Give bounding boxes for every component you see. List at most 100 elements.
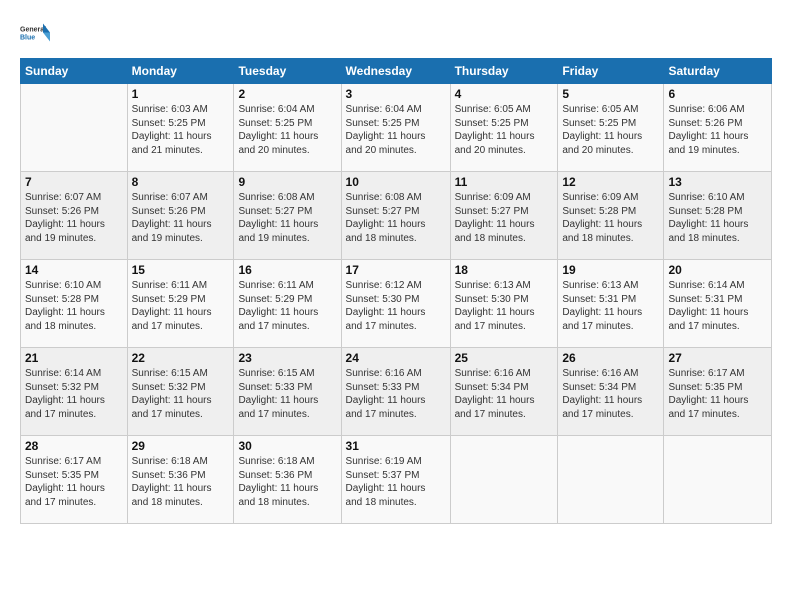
day-number: 21 (25, 351, 123, 365)
weekday-friday: Friday (558, 59, 664, 84)
day-number: 5 (562, 87, 659, 101)
calendar-cell: 20Sunrise: 6:14 AM Sunset: 5:31 PM Dayli… (664, 260, 772, 348)
day-number: 27 (668, 351, 767, 365)
week-row-3: 14 Sunrise: 6:10 AM Sunset: 5:28 PM Dayli… (21, 260, 772, 348)
calendar-cell: 8 Sunrise: 6:07 AM Sunset: 5:26 PM Daylig… (127, 172, 234, 260)
day-info: Sunrise: 6:18 AM Sunset: 5:36 PM Dayligh… (238, 455, 336, 509)
day-info: Sunrise: 6:12 AM Sunset: 5:30 PM Dayligh… (346, 279, 446, 333)
weekday-monday: Monday (127, 59, 234, 84)
calendar-cell: 24 Sunrise: 6:16 AM Sunset: 5:33 PM Dayli… (341, 348, 450, 436)
day-number: 2 (238, 87, 336, 101)
weekday-saturday: Saturday (664, 59, 772, 84)
calendar-cell: 31Sunrise: 6:19 AM Sunset: 5:37 PM Dayli… (341, 436, 450, 524)
weekday-sunday: Sunday (21, 59, 128, 84)
calendar-cell (558, 436, 664, 524)
day-number: 1 (132, 87, 230, 101)
day-info: Sunrise: 6:10 AM Sunset: 5:28 PM Dayligh… (25, 279, 123, 333)
svg-text:General: General (20, 27, 46, 34)
calendar-cell: 17 Sunrise: 6:12 AM Sunset: 5:30 PM Dayli… (341, 260, 450, 348)
calendar-cell: 27 Sunrise: 6:17 AM Sunset: 5:35 PM Dayli… (664, 348, 772, 436)
day-info: Sunrise: 6:09 AM Sunset: 5:27 PM Dayligh… (455, 191, 554, 245)
day-number: 17 (346, 263, 446, 277)
day-info: Sunrise: 6:15 AM Sunset: 5:32 PM Dayligh… (132, 367, 230, 421)
calendar-cell: 10Sunrise: 6:08 AM Sunset: 5:27 PM Dayli… (341, 172, 450, 260)
week-row-5: 28Sunrise: 6:17 AM Sunset: 5:35 PM Dayli… (21, 436, 772, 524)
calendar-cell: 25 Sunrise: 6:16 AM Sunset: 5:34 PM Dayli… (450, 348, 558, 436)
day-info: Sunrise: 6:17 AM Sunset: 5:35 PM Dayligh… (668, 367, 767, 421)
calendar-cell: 4 Sunrise: 6:05 AM Sunset: 5:25 PM Daylig… (450, 84, 558, 172)
day-number: 16 (238, 263, 336, 277)
day-info: Sunrise: 6:08 AM Sunset: 5:27 PM Dayligh… (346, 191, 446, 245)
day-info: Sunrise: 6:18 AM Sunset: 5:36 PM Dayligh… (132, 455, 230, 509)
calendar-cell: 23 Sunrise: 6:15 AM Sunset: 5:33 PM Dayli… (234, 348, 341, 436)
day-info: Sunrise: 6:03 AM Sunset: 5:25 PM Dayligh… (132, 103, 230, 157)
day-number: 15 (132, 263, 230, 277)
day-number: 26 (562, 351, 659, 365)
day-number: 29 (132, 439, 230, 453)
day-info: Sunrise: 6:04 AM Sunset: 5:25 PM Dayligh… (346, 103, 446, 157)
calendar-table: SundayMondayTuesdayWednesdayThursdayFrid… (20, 58, 772, 524)
day-info: Sunrise: 6:07 AM Sunset: 5:26 PM Dayligh… (25, 191, 123, 245)
day-info: Sunrise: 6:13 AM Sunset: 5:31 PM Dayligh… (562, 279, 659, 333)
day-number: 14 (25, 263, 123, 277)
day-info: Sunrise: 6:16 AM Sunset: 5:33 PM Dayligh… (346, 367, 446, 421)
calendar-cell: 14 Sunrise: 6:10 AM Sunset: 5:28 PM Dayli… (21, 260, 128, 348)
week-row-4: 21 Sunrise: 6:14 AM Sunset: 5:32 PM Dayli… (21, 348, 772, 436)
logo: GeneralBlue (20, 18, 50, 48)
day-info: Sunrise: 6:06 AM Sunset: 5:26 PM Dayligh… (668, 103, 767, 157)
calendar-cell (21, 84, 128, 172)
header: GeneralBlue (20, 18, 772, 48)
calendar-cell: 11 Sunrise: 6:09 AM Sunset: 5:27 PM Dayli… (450, 172, 558, 260)
calendar-cell: 9Sunrise: 6:08 AM Sunset: 5:27 PM Daylig… (234, 172, 341, 260)
calendar-cell: 13Sunrise: 6:10 AM Sunset: 5:28 PM Dayli… (664, 172, 772, 260)
day-info: Sunrise: 6:14 AM Sunset: 5:32 PM Dayligh… (25, 367, 123, 421)
day-number: 11 (455, 175, 554, 189)
svg-text:Blue: Blue (20, 35, 35, 42)
day-info: Sunrise: 6:11 AM Sunset: 5:29 PM Dayligh… (238, 279, 336, 333)
page: GeneralBlue SundayMondayTuesdayWednesday… (0, 0, 792, 612)
day-info: Sunrise: 6:07 AM Sunset: 5:26 PM Dayligh… (132, 191, 230, 245)
day-info: Sunrise: 6:10 AM Sunset: 5:28 PM Dayligh… (668, 191, 767, 245)
day-info: Sunrise: 6:04 AM Sunset: 5:25 PM Dayligh… (238, 103, 336, 157)
day-info: Sunrise: 6:16 AM Sunset: 5:34 PM Dayligh… (455, 367, 554, 421)
calendar-cell: 21 Sunrise: 6:14 AM Sunset: 5:32 PM Dayli… (21, 348, 128, 436)
calendar-cell (664, 436, 772, 524)
day-number: 25 (455, 351, 554, 365)
calendar-cell: 16 Sunrise: 6:11 AM Sunset: 5:29 PM Dayli… (234, 260, 341, 348)
day-info: Sunrise: 6:15 AM Sunset: 5:33 PM Dayligh… (238, 367, 336, 421)
day-info: Sunrise: 6:09 AM Sunset: 5:28 PM Dayligh… (562, 191, 659, 245)
day-info: Sunrise: 6:17 AM Sunset: 5:35 PM Dayligh… (25, 455, 123, 509)
day-number: 4 (455, 87, 554, 101)
weekday-thursday: Thursday (450, 59, 558, 84)
calendar-cell: 1 Sunrise: 6:03 AM Sunset: 5:25 PM Daylig… (127, 84, 234, 172)
day-info: Sunrise: 6:08 AM Sunset: 5:27 PM Dayligh… (238, 191, 336, 245)
calendar-cell: 12 Sunrise: 6:09 AM Sunset: 5:28 PM Dayli… (558, 172, 664, 260)
week-row-1: 1 Sunrise: 6:03 AM Sunset: 5:25 PM Daylig… (21, 84, 772, 172)
calendar-cell: 2 Sunrise: 6:04 AM Sunset: 5:25 PM Daylig… (234, 84, 341, 172)
calendar-cell: 30Sunrise: 6:18 AM Sunset: 5:36 PM Dayli… (234, 436, 341, 524)
calendar-cell: 19Sunrise: 6:13 AM Sunset: 5:31 PM Dayli… (558, 260, 664, 348)
day-info: Sunrise: 6:05 AM Sunset: 5:25 PM Dayligh… (455, 103, 554, 157)
day-number: 12 (562, 175, 659, 189)
day-number: 6 (668, 87, 767, 101)
weekday-wednesday: Wednesday (341, 59, 450, 84)
calendar-cell: 29 Sunrise: 6:18 AM Sunset: 5:36 PM Dayli… (127, 436, 234, 524)
day-number: 7 (25, 175, 123, 189)
day-number: 23 (238, 351, 336, 365)
logo-icon: GeneralBlue (20, 18, 50, 48)
calendar-cell: 18Sunrise: 6:13 AM Sunset: 5:30 PM Dayli… (450, 260, 558, 348)
calendar-cell: 5 Sunrise: 6:05 AM Sunset: 5:25 PM Daylig… (558, 84, 664, 172)
day-number: 18 (455, 263, 554, 277)
week-row-2: 7 Sunrise: 6:07 AM Sunset: 5:26 PM Daylig… (21, 172, 772, 260)
day-info: Sunrise: 6:05 AM Sunset: 5:25 PM Dayligh… (562, 103, 659, 157)
day-number: 8 (132, 175, 230, 189)
calendar-cell: 26Sunrise: 6:16 AM Sunset: 5:34 PM Dayli… (558, 348, 664, 436)
calendar-cell: 7 Sunrise: 6:07 AM Sunset: 5:26 PM Daylig… (21, 172, 128, 260)
calendar-cell: 28Sunrise: 6:17 AM Sunset: 5:35 PM Dayli… (21, 436, 128, 524)
calendar-cell (450, 436, 558, 524)
weekday-header-row: SundayMondayTuesdayWednesdayThursdayFrid… (21, 59, 772, 84)
day-number: 24 (346, 351, 446, 365)
calendar-cell: 6 Sunrise: 6:06 AM Sunset: 5:26 PM Daylig… (664, 84, 772, 172)
calendar-cell: 22Sunrise: 6:15 AM Sunset: 5:32 PM Dayli… (127, 348, 234, 436)
weekday-tuesday: Tuesday (234, 59, 341, 84)
